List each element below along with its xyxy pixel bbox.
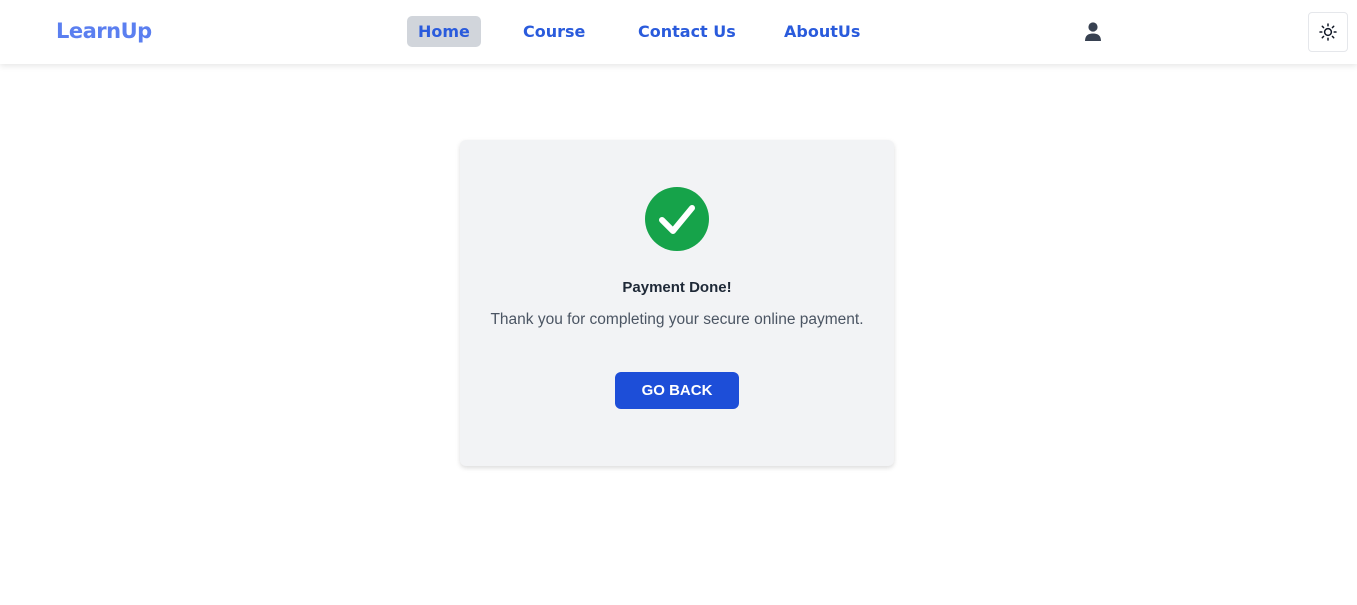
nav-link-contact-us[interactable]: Contact Us [638,16,736,47]
payment-title: Payment Done! [622,279,732,296]
nav-link-course[interactable]: Course [523,16,585,47]
payment-success-card: Payment Done! Thank you for completing y… [460,140,894,466]
nav-link-home[interactable]: Home [407,16,481,47]
sun-icon [1319,23,1337,41]
check-circle-icon [645,187,709,251]
user-icon[interactable] [1082,21,1104,43]
go-back-button[interactable]: GO BACK [615,372,739,409]
payment-message: Thank you for completing your secure onl… [490,311,864,328]
theme-toggle-button[interactable] [1308,12,1348,52]
nav-link-about-us[interactable]: AboutUs [784,16,860,47]
logo[interactable]: LearnUp [56,19,152,43]
navbar: LearnUp Home Course Contact Us AboutUs [0,0,1357,64]
